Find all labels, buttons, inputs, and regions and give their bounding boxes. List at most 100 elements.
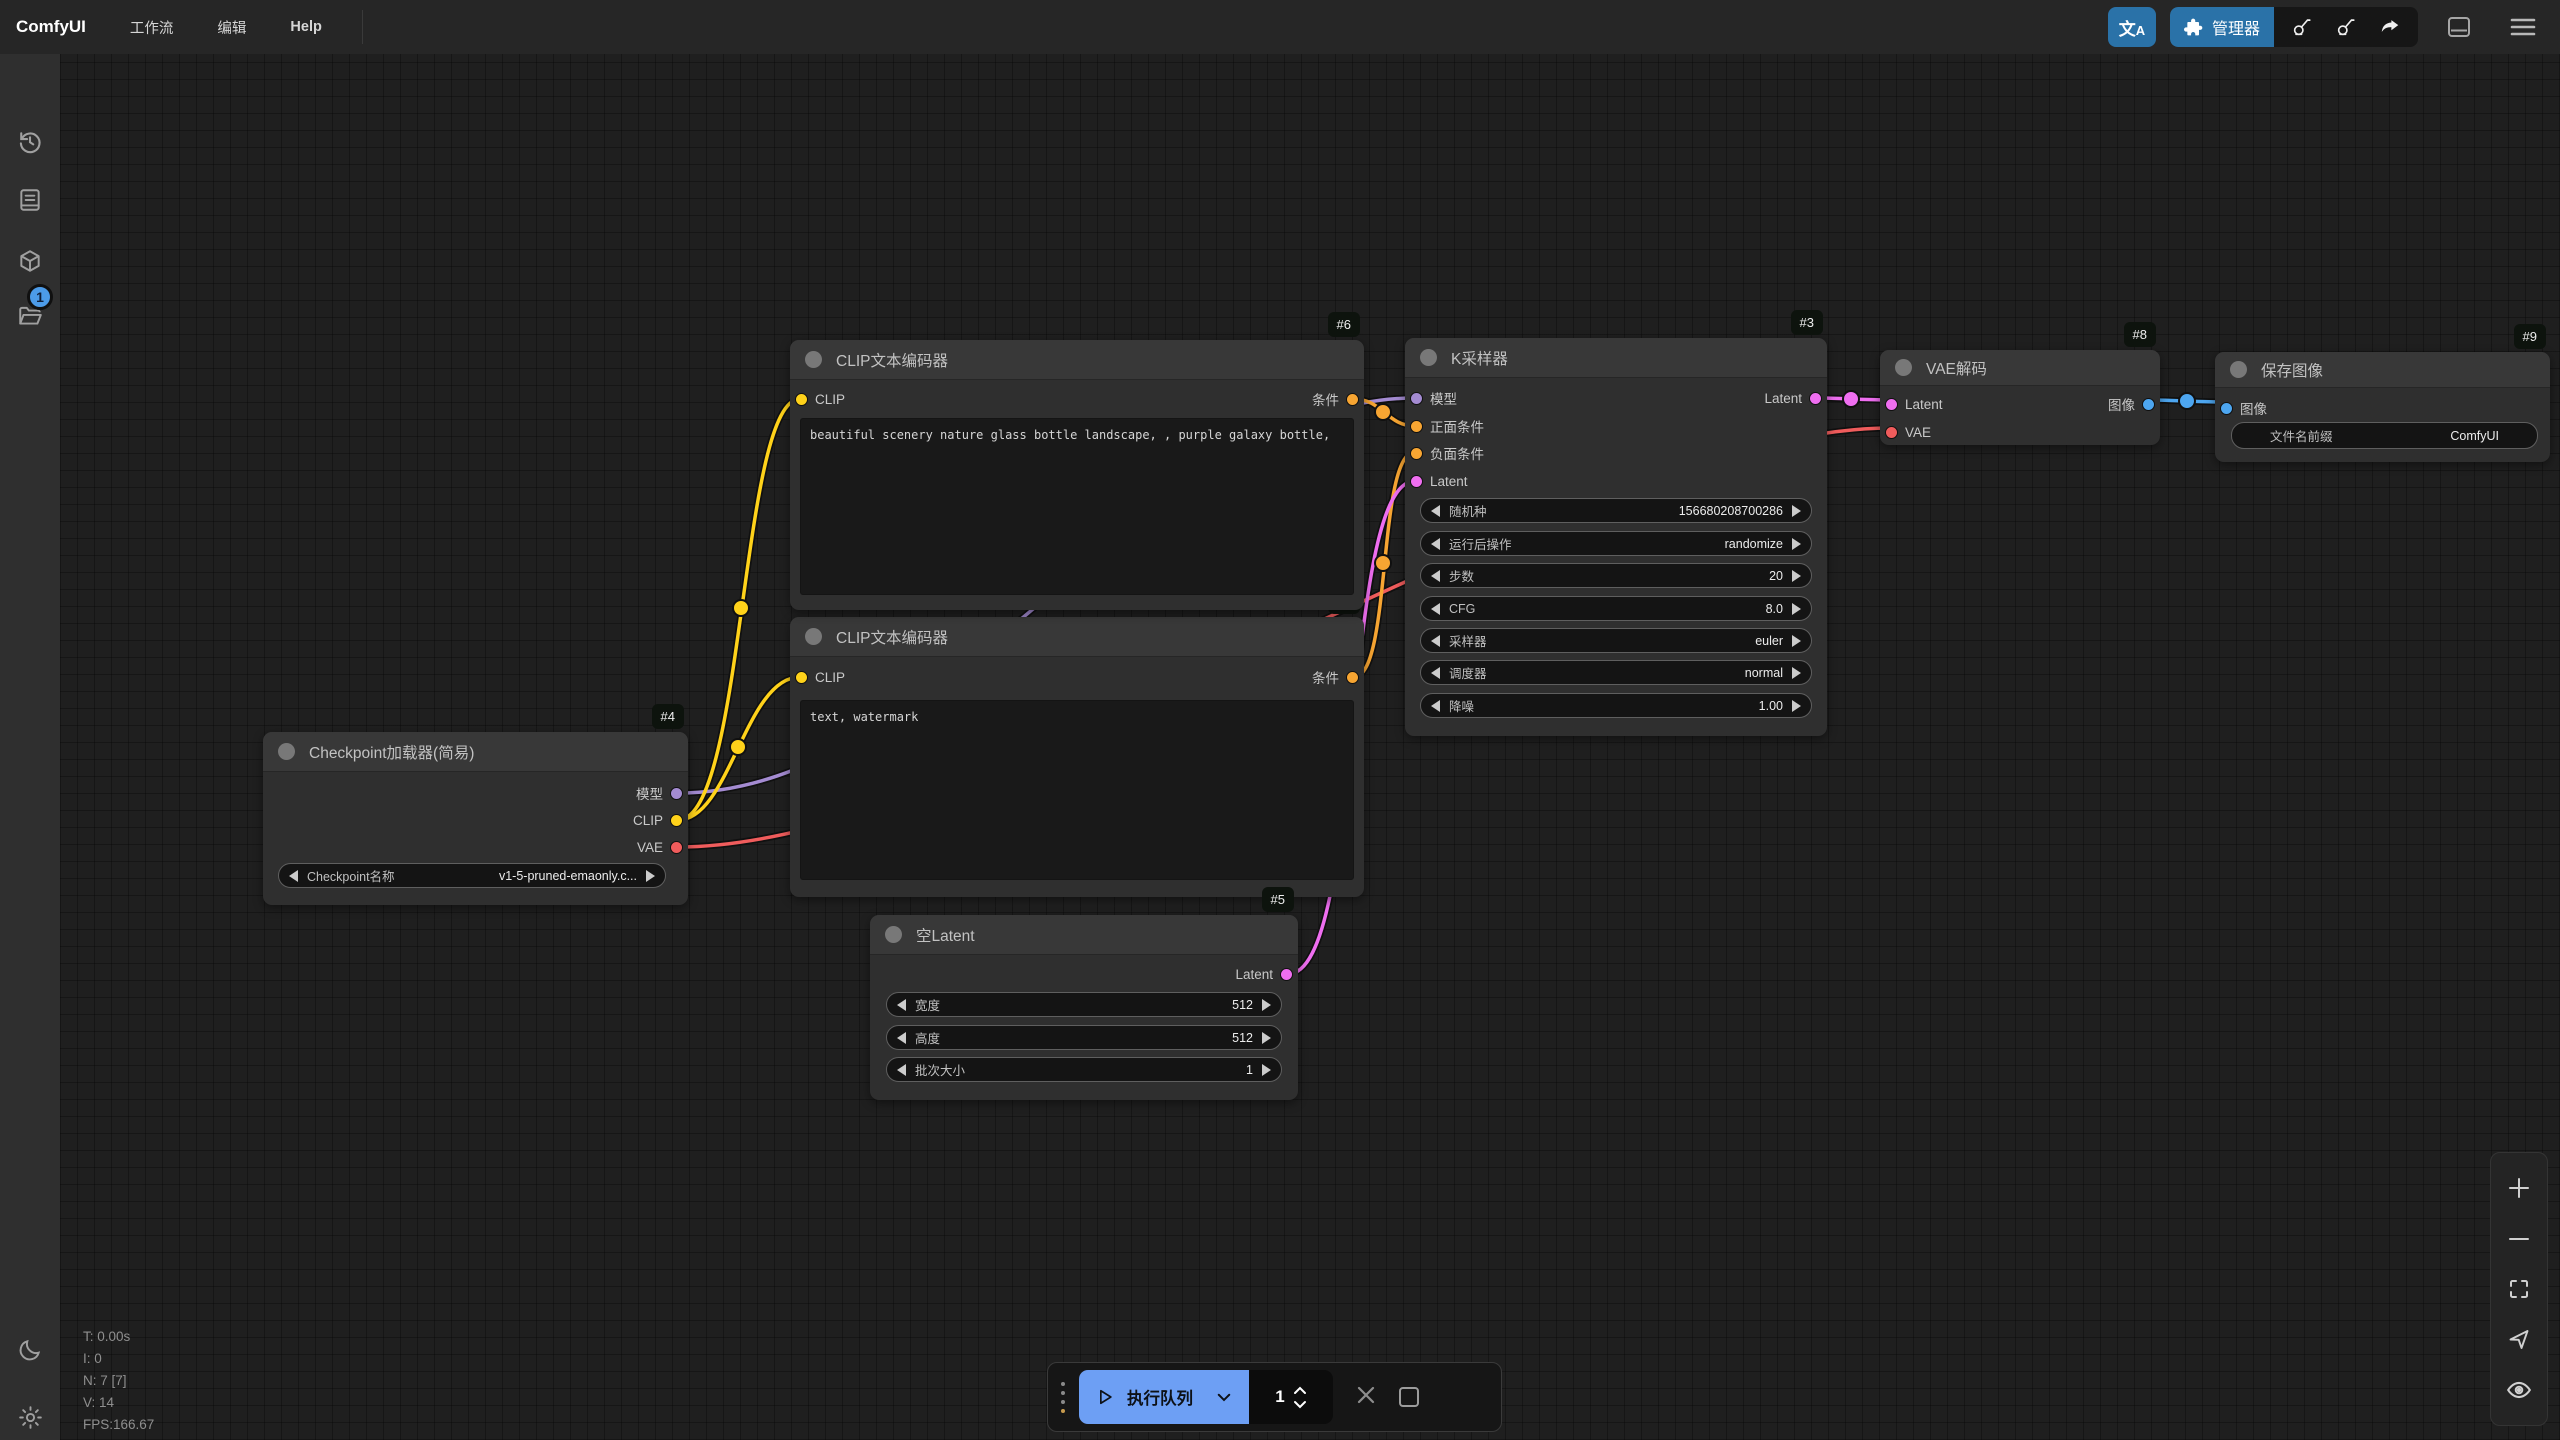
next-value-icon[interactable] [1792, 700, 1801, 712]
collapse-dot[interactable] [1420, 349, 1437, 366]
decrement-icon[interactable] [1293, 1400, 1307, 1409]
conditioning-dot[interactable] [1346, 393, 1359, 406]
link-dot[interactable] [1375, 404, 1391, 420]
output-slot-image[interactable]: 图像 [2108, 394, 2155, 414]
clean-workflow-icon[interactable] [2280, 7, 2324, 47]
latent-dot[interactable] [1885, 398, 1898, 411]
widget-height[interactable]: 高度 512 [886, 1025, 1282, 1050]
image-dot[interactable] [2220, 402, 2233, 415]
clip-dot[interactable] [670, 814, 683, 827]
settings-gear-icon[interactable] [15, 1402, 45, 1432]
fit-view-icon[interactable] [2504, 1274, 2534, 1304]
collapse-dot[interactable] [2230, 361, 2247, 378]
output-slot-model[interactable]: 模型 [636, 783, 683, 803]
input-slot-clip[interactable]: CLIP [795, 667, 845, 687]
translate-button[interactable]: 文A [2108, 7, 2156, 47]
toggle-visibility-icon[interactable] [2504, 1375, 2534, 1405]
node-vae-decode[interactable]: #8 VAE解码 Latent VAE 图像 [1880, 350, 2160, 445]
prev-value-icon[interactable] [1431, 570, 1440, 582]
drag-handle[interactable] [1061, 1382, 1065, 1413]
input-slot-vae[interactable]: VAE [1885, 422, 1931, 442]
next-value-icon[interactable] [1792, 667, 1801, 679]
widget-checkpoint-name[interactable]: Checkpoint名称 v1-5-pruned-emaonly.c... [278, 863, 666, 888]
next-value-icon[interactable] [1792, 635, 1801, 647]
stop-button[interactable] [1399, 1387, 1419, 1407]
clip-dot[interactable] [795, 393, 808, 406]
next-value-icon[interactable] [646, 870, 655, 882]
image-dot[interactable] [2142, 398, 2155, 411]
output-slot-latent[interactable]: Latent [1235, 964, 1293, 984]
link-dot[interactable] [733, 600, 749, 616]
output-slot-conditioning[interactable]: 条件 [1312, 389, 1359, 409]
input-slot-latent[interactable]: Latent [1885, 394, 1943, 414]
link-dot[interactable] [2179, 393, 2195, 409]
queue-history-icon[interactable] [15, 127, 45, 157]
model-library-icon[interactable] [15, 246, 45, 276]
model-dot[interactable] [1410, 392, 1423, 405]
latent-dot[interactable] [1809, 392, 1822, 405]
widget-steps[interactable]: 步数 20 [1420, 563, 1812, 588]
menu-workflow[interactable]: 工作流 [130, 17, 174, 38]
pan-mode-icon[interactable] [2504, 1324, 2534, 1354]
link-dot[interactable] [1375, 555, 1391, 571]
next-value-icon[interactable] [1262, 999, 1271, 1011]
prev-value-icon[interactable] [1431, 603, 1440, 615]
widget-filename-prefix[interactable]: 文件名前缀 ComfyUI [2231, 422, 2538, 449]
link-dot[interactable] [730, 739, 746, 755]
prompt-textarea[interactable]: text, watermark [800, 700, 1354, 880]
node-empty-latent[interactable]: #5 空Latent Latent 宽度 512 高度 512 批次大小 1 [870, 915, 1298, 1100]
batch-count-value[interactable]: 1 [1275, 1387, 1284, 1407]
zoom-in-icon[interactable] [2504, 1173, 2534, 1203]
prev-value-icon[interactable] [1431, 667, 1440, 679]
menu-edit[interactable]: 编辑 [217, 17, 246, 38]
node-header[interactable]: 空Latent [870, 915, 1298, 955]
bottom-panel-toggle-icon[interactable] [2436, 7, 2482, 47]
widget-seed[interactable]: 随机种 156680208700286 [1420, 498, 1812, 523]
next-value-icon[interactable] [1792, 603, 1801, 615]
prev-value-icon[interactable] [1431, 635, 1440, 647]
widget-denoise[interactable]: 降噪 1.00 [1420, 693, 1812, 718]
output-slot-vae[interactable]: VAE [637, 837, 683, 857]
node-header[interactable]: CLIP文本编码器 [790, 340, 1364, 380]
prev-value-icon[interactable] [1431, 538, 1440, 550]
node-clip-text-encode-negative[interactable]: #7 CLIP文本编码器 CLIP 条件 text, watermark [790, 617, 1364, 897]
model-dot[interactable] [670, 787, 683, 800]
prev-value-icon[interactable] [897, 1032, 906, 1044]
batch-count-input[interactable]: 1 [1249, 1370, 1333, 1424]
prompt-textarea[interactable]: beautiful scenery nature glass bottle la… [800, 418, 1354, 595]
input-slot-positive[interactable]: 正面条件 [1410, 416, 1484, 436]
latent-dot[interactable] [1410, 475, 1423, 488]
output-slot-clip[interactable]: CLIP [633, 810, 683, 830]
next-value-icon[interactable] [1792, 570, 1801, 582]
prev-value-icon[interactable] [1431, 700, 1440, 712]
node-clip-text-encode-positive[interactable]: #6 CLIP文本编码器 CLIP 条件 beautiful scenery n… [790, 340, 1364, 610]
manager-button[interactable]: 管理器 [2170, 7, 2274, 47]
widget-cfg[interactable]: CFG 8.0 [1420, 596, 1812, 621]
next-value-icon[interactable] [1792, 505, 1801, 517]
vae-dot[interactable] [1885, 426, 1898, 439]
menu-help[interactable]: Help [290, 19, 321, 35]
vae-dot[interactable] [670, 841, 683, 854]
conditioning-dot[interactable] [1346, 671, 1359, 684]
zoom-out-icon[interactable] [2504, 1224, 2534, 1254]
node-checkpoint-loader[interactable]: #4 Checkpoint加载器(简易) 模型 CLIP VAE Checkpo… [263, 732, 688, 905]
input-slot-negative[interactable]: 负面条件 [1410, 443, 1484, 463]
input-slot-image[interactable]: 图像 [2220, 398, 2267, 418]
run-options-chevron-icon[interactable] [1215, 1388, 1233, 1406]
node-header[interactable]: VAE解码 [1880, 350, 2160, 386]
widget-sampler-name[interactable]: 采样器 euler [1420, 628, 1812, 653]
input-slot-model[interactable]: 模型 [1410, 388, 1457, 408]
widget-width[interactable]: 宽度 512 [886, 992, 1282, 1017]
node-header[interactable]: CLIP文本编码器 [790, 617, 1364, 657]
share-icon[interactable] [2368, 7, 2412, 47]
node-header[interactable]: 保存图像 [2215, 352, 2550, 388]
node-library-icon[interactable] [15, 185, 45, 215]
theme-toggle-icon[interactable] [15, 1335, 45, 1365]
node-graph-canvas[interactable]: #7 CLIP文本编码器 CLIP 条件 text, watermark #6 … [60, 54, 2560, 1440]
app-logo[interactable]: ComfyUI [16, 17, 86, 37]
input-slot-latent[interactable]: Latent [1410, 471, 1468, 491]
collapse-dot[interactable] [805, 628, 822, 645]
node-header[interactable]: Checkpoint加载器(简易) [263, 732, 688, 772]
collapse-dot[interactable] [1895, 359, 1912, 376]
widget-scheduler[interactable]: 调度器 normal [1420, 660, 1812, 685]
